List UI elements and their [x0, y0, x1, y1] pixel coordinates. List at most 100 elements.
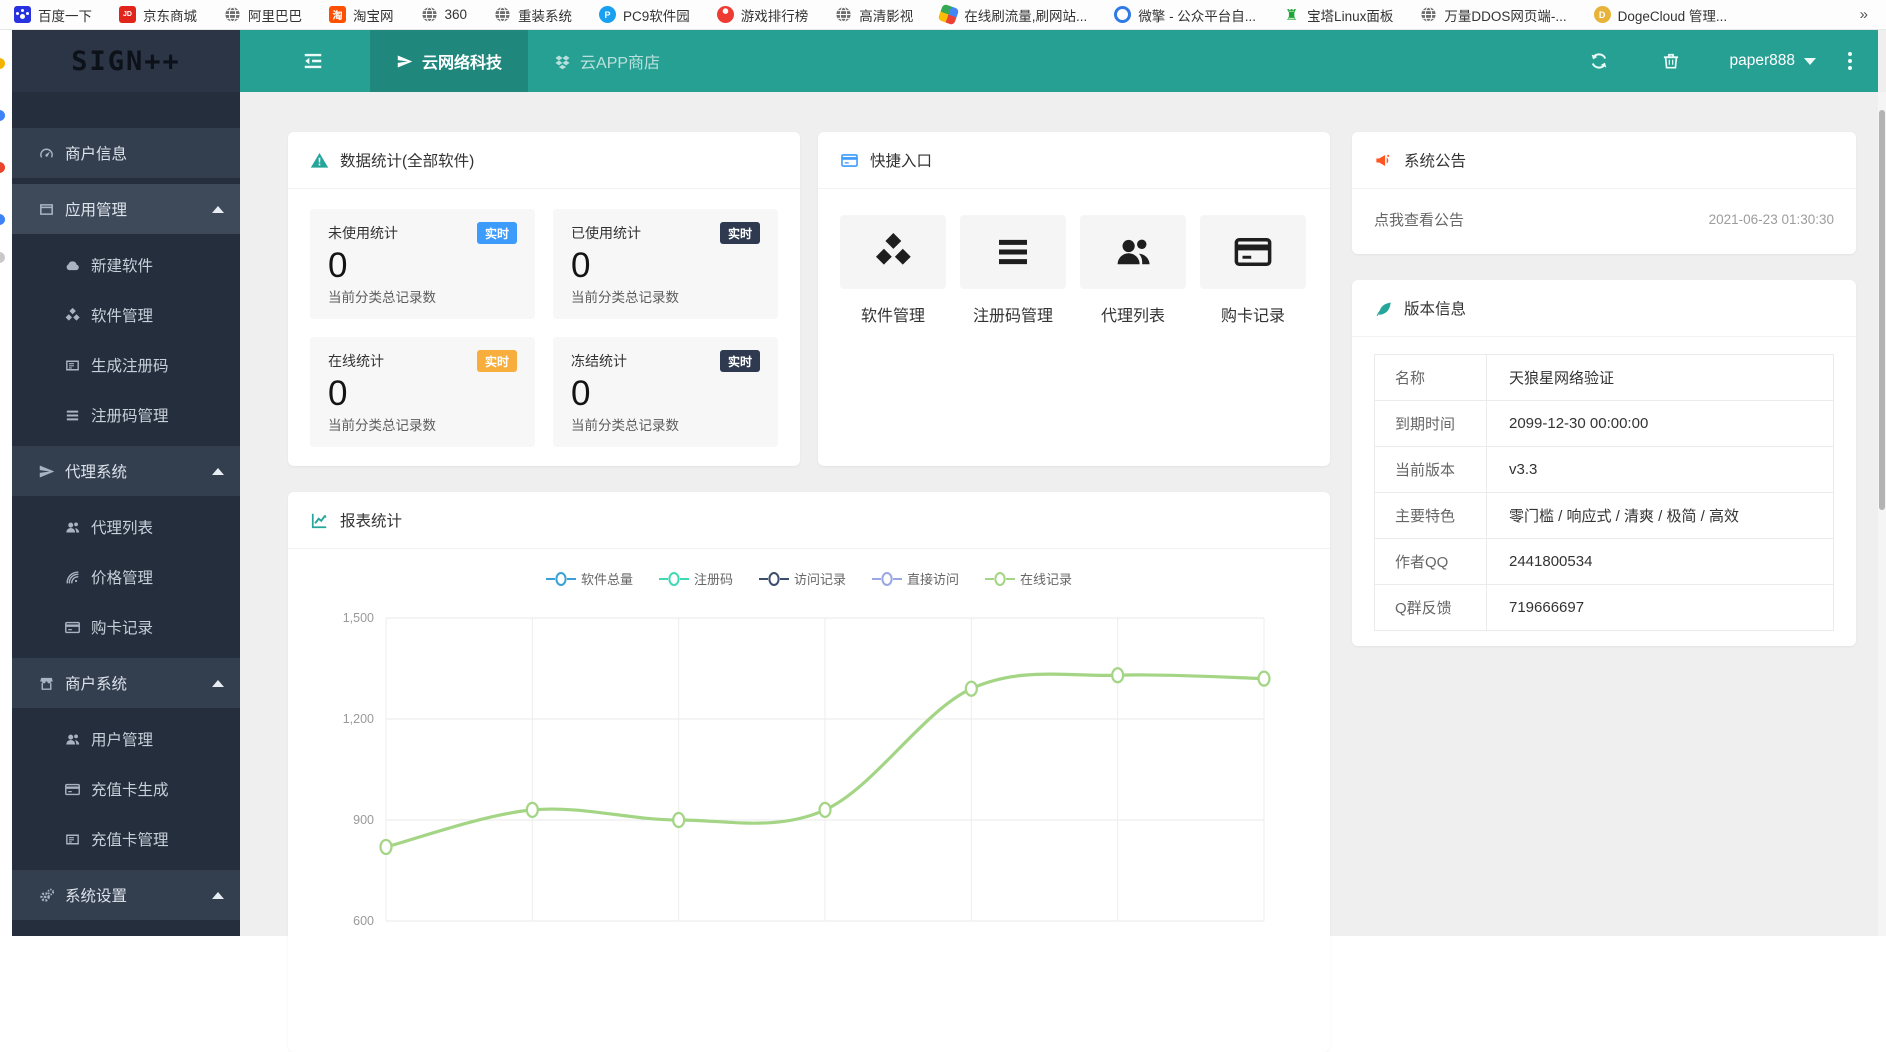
- card-header: 数据统计(全部软件): [288, 132, 800, 189]
- sidebar-item-generate-regcode[interactable]: 生成注册码: [12, 340, 240, 390]
- report-statistics-card: 报表统计 软件总量注册码访问记录直接访问在线记录 6009001,2001,50…: [288, 492, 1330, 1052]
- baota-favicon: ♜: [1283, 6, 1300, 23]
- card-title: 数据统计(全部软件): [340, 149, 474, 171]
- tab-cloud-network[interactable]: 云网络科技: [370, 30, 528, 92]
- report-chart: 6009001,2001,500: [288, 604, 1330, 954]
- bookmark-item[interactable]: 360: [421, 6, 468, 23]
- line-chart: 6009001,2001,500: [306, 604, 1306, 954]
- sidebar-section-merchant-system[interactable]: 商户系统: [12, 658, 240, 708]
- bookmark-item[interactable]: P PC9软件园: [599, 5, 690, 25]
- line-chart-icon: [310, 511, 329, 530]
- tab-cloud-app-store[interactable]: 云APP商店: [528, 30, 686, 92]
- edge-icon: [0, 162, 5, 173]
- credit-card-icon: [64, 781, 81, 798]
- data-statistics-card: 数据统计(全部软件) 未使用统计 实时 0 当前分类总记录数 已使用统计 实时 …: [288, 132, 800, 466]
- caret-up-icon: [212, 468, 224, 475]
- legend-item[interactable]: 软件总量: [546, 569, 633, 588]
- more-options-button[interactable]: [1848, 52, 1852, 70]
- bookmark-item[interactable]: 万量DDOS网页端-...: [1420, 5, 1566, 25]
- view-notice-link[interactable]: 点我查看公告: [1374, 209, 1464, 230]
- cubes-icon: [64, 307, 81, 324]
- card-header: 报表统计: [288, 492, 1330, 549]
- bookmark-item[interactable]: JD 阿里巴巴 京东商城: [119, 5, 197, 25]
- main-content: 数据统计(全部软件) 未使用统计 实时 0 当前分类总记录数 已使用统计 实时 …: [240, 92, 1878, 936]
- sidebar-section-agent-system[interactable]: 代理系统: [12, 446, 240, 496]
- megaphone-icon: [1374, 151, 1393, 170]
- page-scrollbar[interactable]: [1878, 92, 1886, 936]
- bookmark-item[interactable]: 微擎 - 公众平台自...: [1114, 5, 1256, 25]
- svg-text:1,200: 1,200: [343, 712, 374, 726]
- trash-icon: [1661, 51, 1681, 71]
- scrollbar-thumb[interactable]: [1879, 110, 1885, 510]
- legend-marker-icon: [759, 572, 789, 586]
- svg-text:1,500: 1,500: [343, 611, 374, 625]
- stat-value: 0: [571, 246, 760, 286]
- legend-item[interactable]: 注册码: [659, 569, 733, 588]
- quick-entry-card-purchase-records[interactable]: 购卡记录: [1200, 215, 1306, 326]
- list-bars-icon: [992, 231, 1034, 273]
- top-tabs: 云网络科技 云APP商店: [370, 30, 686, 92]
- table-row: 名称 天狼星网络验证: [1375, 355, 1834, 401]
- bookmark-item[interactable]: 游戏排行榜: [717, 5, 809, 25]
- credit-card-icon: [1232, 231, 1274, 273]
- quick-entry-software-management[interactable]: 软件管理: [840, 215, 946, 326]
- legend-marker-icon: [659, 572, 689, 586]
- card-title: 快捷入口: [870, 149, 932, 171]
- bookmark-item[interactable]: 重装系统: [494, 5, 572, 25]
- caret-up-icon: [212, 892, 224, 899]
- clear-cache-button[interactable]: [1635, 30, 1707, 92]
- quick-entry-regcode-management[interactable]: 注册码管理: [960, 215, 1066, 326]
- sidebar-item-recharge-card-generate[interactable]: 充值卡生成: [12, 764, 240, 814]
- sidebar-section-app-management[interactable]: 应用管理: [12, 184, 240, 234]
- top-navbar: 云网络科技 云APP商店 paper888: [240, 30, 1878, 92]
- gears-icon: [38, 887, 55, 904]
- realtime-badge: 实时: [477, 350, 517, 372]
- list-bars-icon: [64, 407, 81, 424]
- bookmark-item[interactable]: 阿里巴巴: [224, 5, 302, 25]
- sidebar-item-recharge-card-management[interactable]: 充值卡管理: [12, 814, 240, 864]
- edge-icon: [0, 58, 5, 69]
- edge-icon: [0, 110, 5, 121]
- bookmark-item[interactable]: 在线刷流量,刷网站...: [940, 5, 1087, 25]
- sidebar-item-agent-list[interactable]: 代理列表: [12, 502, 240, 552]
- sidebar-item-price-management[interactable]: 价格管理: [12, 552, 240, 602]
- sidebar-item-card-purchase-records[interactable]: 购卡记录: [12, 602, 240, 652]
- realtime-badge: 实时: [477, 222, 517, 244]
- refresh-button[interactable]: [1563, 30, 1635, 92]
- stat-box-online: 在线统计 实时 0 当前分类总记录数: [310, 337, 535, 447]
- sidebar-item-user-management[interactable]: 用户管理: [12, 714, 240, 764]
- stat-subtitle: 当前分类总记录数: [571, 414, 760, 434]
- legend-marker-icon: [546, 572, 576, 586]
- quick-entry-agent-list[interactable]: 代理列表: [1080, 215, 1186, 326]
- sidebar-section-system-settings[interactable]: 系统设置: [12, 870, 240, 920]
- table-row: 主要特色 零门槛 / 响应式 / 清爽 / 极简 / 高效: [1375, 493, 1834, 539]
- traffic-favicon: [938, 4, 960, 26]
- version-table: 名称 天狼星网络验证 到期时间 2099-12-30 00:00:00 当前版本…: [1374, 354, 1834, 631]
- newspaper-icon: [64, 357, 81, 374]
- legend-item[interactable]: 访问记录: [759, 569, 846, 588]
- newspaper-icon: [64, 831, 81, 848]
- legend-item[interactable]: 在线记录: [985, 569, 1072, 588]
- sidebar-item-regcode-management[interactable]: 注册码管理: [12, 390, 240, 440]
- user-menu[interactable]: paper888: [1707, 30, 1838, 92]
- sidebar-toggle-icon[interactable]: [302, 50, 324, 72]
- legend-item[interactable]: 直接访问: [872, 569, 959, 588]
- bookmark-item[interactable]: 百度一下: [14, 5, 92, 25]
- caret-up-icon: [212, 680, 224, 687]
- stat-box-unused: 未使用统计 实时 0 当前分类总记录数: [310, 209, 535, 319]
- sidebar-item-new-software[interactable]: 新建软件: [12, 240, 240, 290]
- globe-favicon: [224, 6, 241, 23]
- cloud-icon: [64, 257, 81, 274]
- bookmarks-overflow-chevron[interactable]: »: [1860, 6, 1876, 23]
- cubes-icon: [872, 231, 914, 273]
- version-info-card: 版本信息 名称 天狼星网络验证 到期时间 2099-12-30 00:00:00…: [1352, 280, 1856, 646]
- bookmark-item[interactable]: D DogeCloud 管理...: [1594, 5, 1728, 25]
- sidebar-item-merchant-info[interactable]: 商户信息: [12, 128, 240, 178]
- bookmark-item[interactable]: 淘 淘宝网: [329, 5, 394, 25]
- globe-favicon: [1420, 6, 1437, 23]
- sidebar-item-software-management[interactable]: 软件管理: [12, 290, 240, 340]
- dropbox-icon: [554, 53, 571, 70]
- baidu-favicon: [14, 6, 31, 23]
- bookmark-item[interactable]: ♜ 宝塔Linux面板: [1283, 5, 1393, 25]
- bookmark-item[interactable]: 高清影视: [835, 5, 913, 25]
